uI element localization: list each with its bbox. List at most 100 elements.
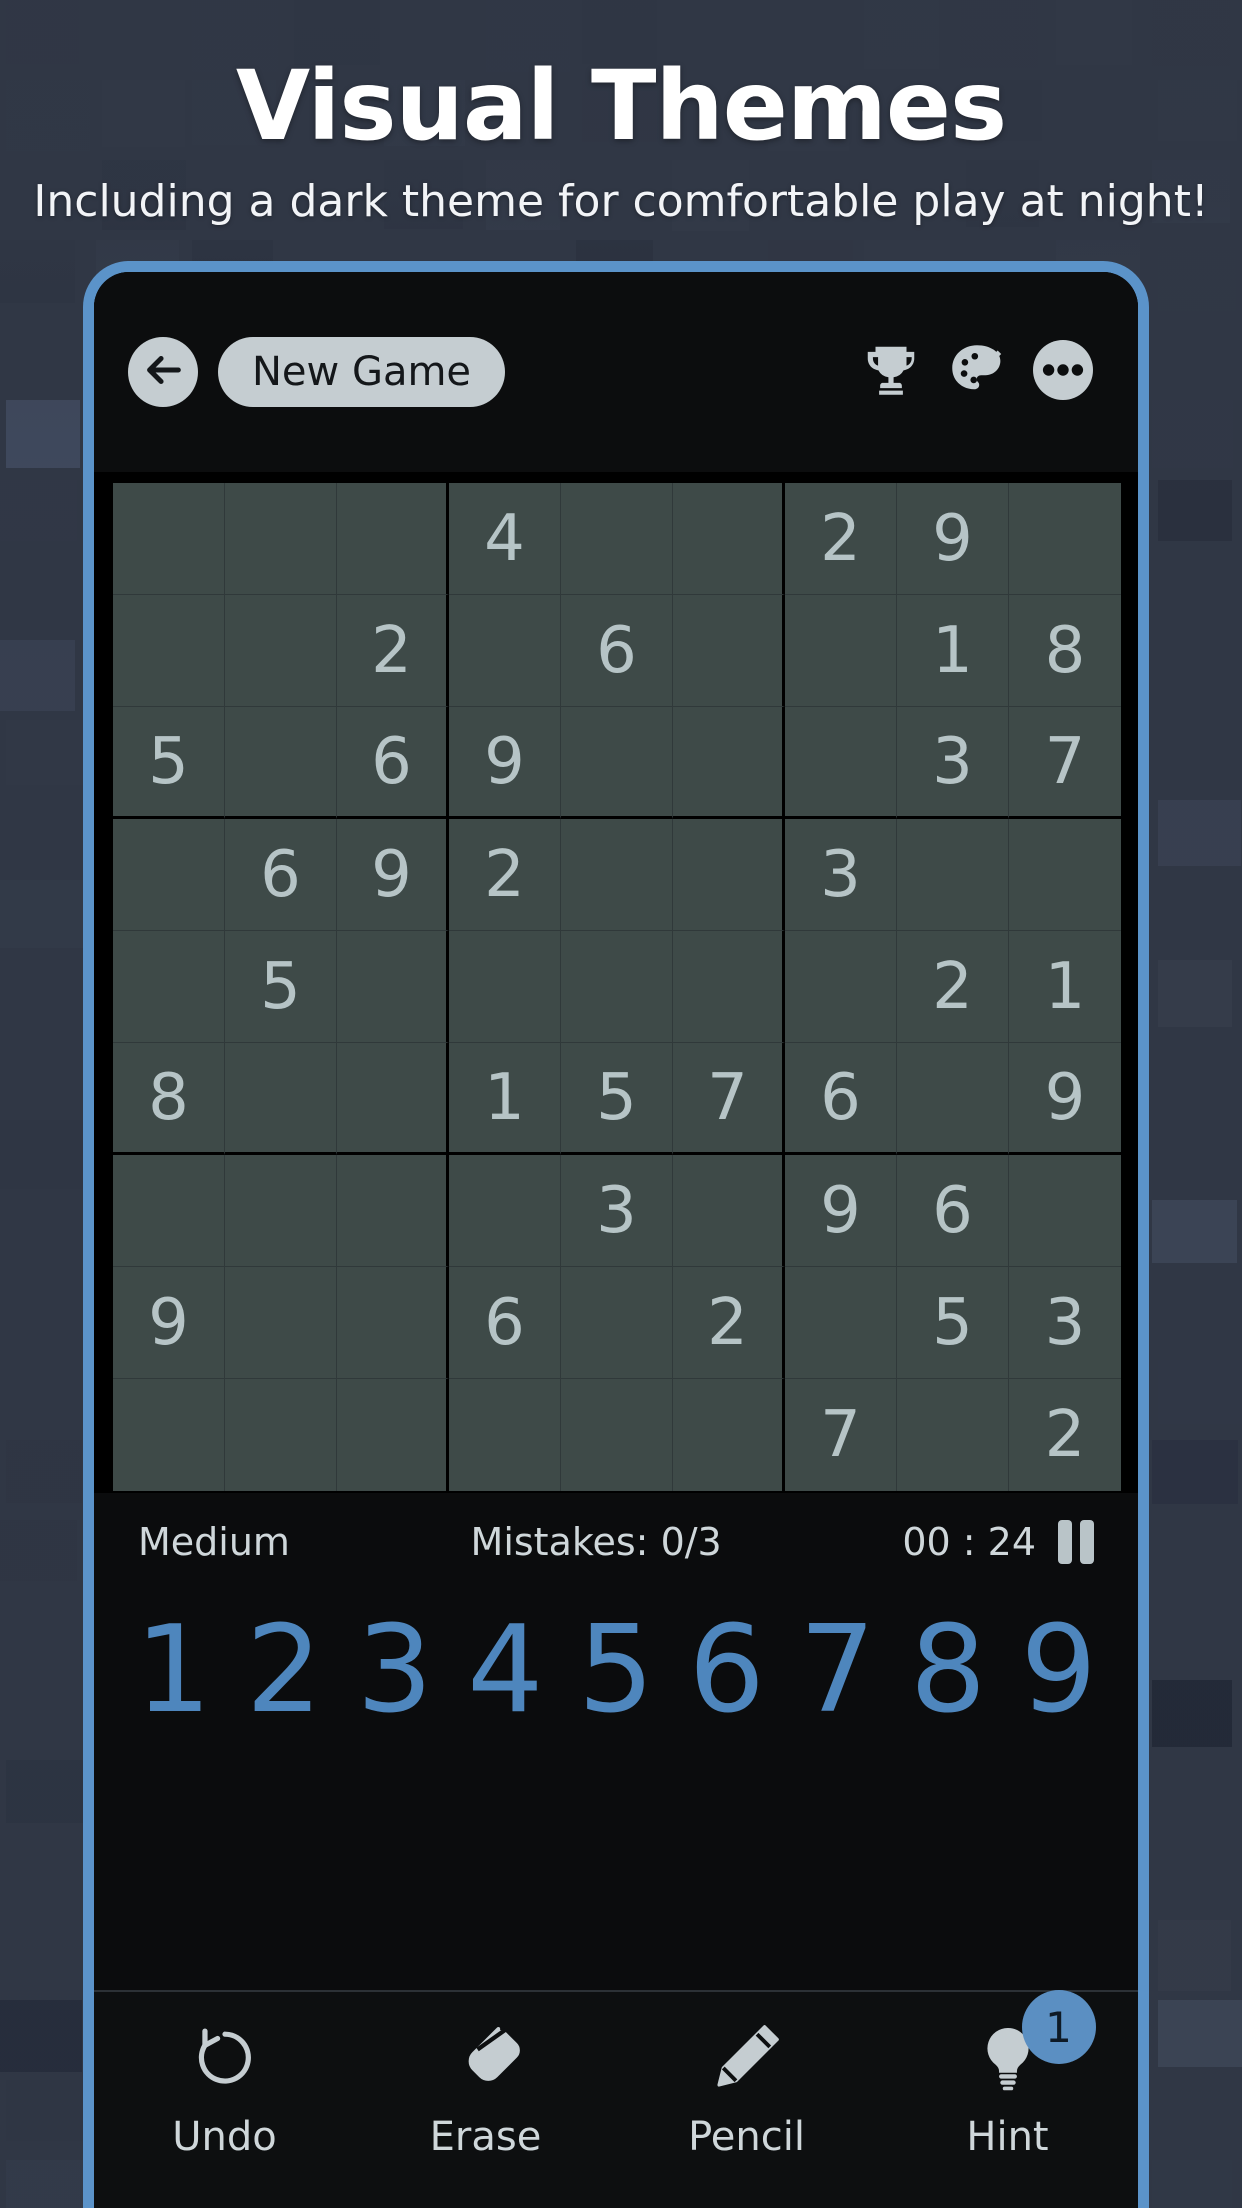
sudoku-cell-r8c7[interactable] [785, 1267, 897, 1379]
sudoku-cell-r1c2[interactable] [225, 483, 337, 595]
numpad-key-3[interactable]: 3 [339, 1611, 450, 1731]
sudoku-cell-r3c7[interactable] [785, 707, 897, 819]
sudoku-cell-r8c8[interactable]: 5 [897, 1267, 1009, 1379]
sudoku-cell-r3c5[interactable] [561, 707, 673, 819]
sudoku-cell-r6c5[interactable]: 5 [561, 1043, 673, 1155]
sudoku-cell-r1c1[interactable] [113, 483, 225, 595]
number-pad[interactable]: 123456789 [94, 1591, 1138, 1751]
sudoku-cell-r5c9[interactable]: 1 [1009, 931, 1121, 1043]
sudoku-cell-r9c6[interactable] [673, 1379, 785, 1491]
sudoku-cell-r4c9[interactable] [1009, 819, 1121, 931]
sudoku-cell-r6c7[interactable]: 6 [785, 1043, 897, 1155]
sudoku-cell-r1c5[interactable] [561, 483, 673, 595]
sudoku-cell-r4c7[interactable]: 3 [785, 819, 897, 931]
sudoku-cell-r2c3[interactable]: 2 [337, 595, 449, 707]
sudoku-cell-r7c9[interactable] [1009, 1155, 1121, 1267]
sudoku-grid[interactable]: 42926185693769235218157693969625372 [111, 481, 1123, 1493]
sudoku-cell-r2c6[interactable] [673, 595, 785, 707]
numpad-key-7[interactable]: 7 [782, 1611, 893, 1731]
sudoku-cell-r6c6[interactable]: 7 [673, 1043, 785, 1155]
sudoku-cell-r5c7[interactable] [785, 931, 897, 1043]
sudoku-cell-r5c1[interactable] [113, 931, 225, 1043]
sudoku-cell-r3c2[interactable] [225, 707, 337, 819]
back-button[interactable] [128, 337, 198, 407]
sudoku-cell-r5c3[interactable] [337, 931, 449, 1043]
numpad-key-4[interactable]: 4 [450, 1611, 561, 1731]
sudoku-cell-r5c2[interactable]: 5 [225, 931, 337, 1043]
sudoku-cell-r7c7[interactable]: 9 [785, 1155, 897, 1267]
sudoku-cell-r2c5[interactable]: 6 [561, 595, 673, 707]
numpad-key-6[interactable]: 6 [671, 1611, 782, 1731]
sudoku-cell-r1c8[interactable]: 9 [897, 483, 1009, 595]
sudoku-cell-r3c4[interactable]: 9 [449, 707, 561, 819]
sudoku-cell-r1c9[interactable] [1009, 483, 1121, 595]
erase-button[interactable]: Erase [355, 2014, 616, 2160]
sudoku-cell-r9c4[interactable] [449, 1379, 561, 1491]
sudoku-cell-r4c4[interactable]: 2 [449, 819, 561, 931]
sudoku-cell-r9c7[interactable]: 7 [785, 1379, 897, 1491]
sudoku-cell-r8c2[interactable] [225, 1267, 337, 1379]
sudoku-cell-r9c8[interactable] [897, 1379, 1009, 1491]
sudoku-cell-r4c3[interactable]: 9 [337, 819, 449, 931]
sudoku-cell-r4c8[interactable] [897, 819, 1009, 931]
sudoku-cell-r7c5[interactable]: 3 [561, 1155, 673, 1267]
sudoku-cell-r5c4[interactable] [449, 931, 561, 1043]
sudoku-cell-r7c1[interactable] [113, 1155, 225, 1267]
sudoku-cell-r3c1[interactable]: 5 [113, 707, 225, 819]
sudoku-cell-r2c2[interactable] [225, 595, 337, 707]
sudoku-cell-r4c1[interactable] [113, 819, 225, 931]
sudoku-cell-r8c4[interactable]: 6 [449, 1267, 561, 1379]
hint-button[interactable]: 1 Hint [877, 1990, 1138, 2160]
sudoku-cell-r7c8[interactable]: 6 [897, 1155, 1009, 1267]
sudoku-cell-r9c1[interactable] [113, 1379, 225, 1491]
sudoku-cell-r6c9[interactable]: 9 [1009, 1043, 1121, 1155]
sudoku-cell-r3c3[interactable]: 6 [337, 707, 449, 819]
numpad-key-5[interactable]: 5 [561, 1611, 672, 1731]
more-options-button[interactable] [1024, 333, 1102, 411]
sudoku-cell-r7c3[interactable] [337, 1155, 449, 1267]
numpad-key-2[interactable]: 2 [229, 1611, 340, 1731]
numpad-key-8[interactable]: 8 [893, 1611, 1004, 1731]
sudoku-cell-r8c1[interactable]: 9 [113, 1267, 225, 1379]
sudoku-cell-r2c1[interactable] [113, 595, 225, 707]
sudoku-cell-r1c4[interactable]: 4 [449, 483, 561, 595]
sudoku-cell-r1c3[interactable] [337, 483, 449, 595]
sudoku-cell-r9c9[interactable]: 2 [1009, 1379, 1121, 1491]
sudoku-cell-r6c3[interactable] [337, 1043, 449, 1155]
sudoku-cell-r2c8[interactable]: 1 [897, 595, 1009, 707]
sudoku-cell-r4c2[interactable]: 6 [225, 819, 337, 931]
sudoku-cell-r7c2[interactable] [225, 1155, 337, 1267]
sudoku-cell-r8c3[interactable] [337, 1267, 449, 1379]
numpad-key-9[interactable]: 9 [1003, 1611, 1114, 1731]
sudoku-cell-r1c7[interactable]: 2 [785, 483, 897, 595]
sudoku-cell-r7c6[interactable] [673, 1155, 785, 1267]
sudoku-cell-r2c4[interactable] [449, 595, 561, 707]
sudoku-cell-r4c5[interactable] [561, 819, 673, 931]
sudoku-cell-r8c5[interactable] [561, 1267, 673, 1379]
sudoku-cell-r3c8[interactable]: 3 [897, 707, 1009, 819]
undo-button[interactable]: Undo [94, 2014, 355, 2160]
sudoku-cell-r6c1[interactable]: 8 [113, 1043, 225, 1155]
sudoku-cell-r4c6[interactable] [673, 819, 785, 931]
sudoku-cell-r6c8[interactable] [897, 1043, 1009, 1155]
numpad-key-1[interactable]: 1 [118, 1611, 229, 1731]
pause-icon[interactable] [1058, 1520, 1094, 1564]
pencil-button[interactable]: Pencil [616, 2014, 877, 2160]
sudoku-cell-r1c6[interactable] [673, 483, 785, 595]
sudoku-cell-r8c6[interactable]: 2 [673, 1267, 785, 1379]
sudoku-cell-r6c2[interactable] [225, 1043, 337, 1155]
new-game-button[interactable]: New Game [218, 337, 506, 407]
sudoku-cell-r9c2[interactable] [225, 1379, 337, 1491]
sudoku-cell-r9c5[interactable] [561, 1379, 673, 1491]
theme-button[interactable] [938, 333, 1016, 411]
sudoku-cell-r5c5[interactable] [561, 931, 673, 1043]
sudoku-cell-r2c7[interactable] [785, 595, 897, 707]
sudoku-cell-r7c4[interactable] [449, 1155, 561, 1267]
sudoku-cell-r5c6[interactable] [673, 931, 785, 1043]
sudoku-cell-r6c4[interactable]: 1 [449, 1043, 561, 1155]
sudoku-cell-r9c3[interactable] [337, 1379, 449, 1491]
sudoku-cell-r8c9[interactable]: 3 [1009, 1267, 1121, 1379]
trophy-button[interactable] [852, 333, 930, 411]
sudoku-cell-r3c9[interactable]: 7 [1009, 707, 1121, 819]
sudoku-cell-r2c9[interactable]: 8 [1009, 595, 1121, 707]
